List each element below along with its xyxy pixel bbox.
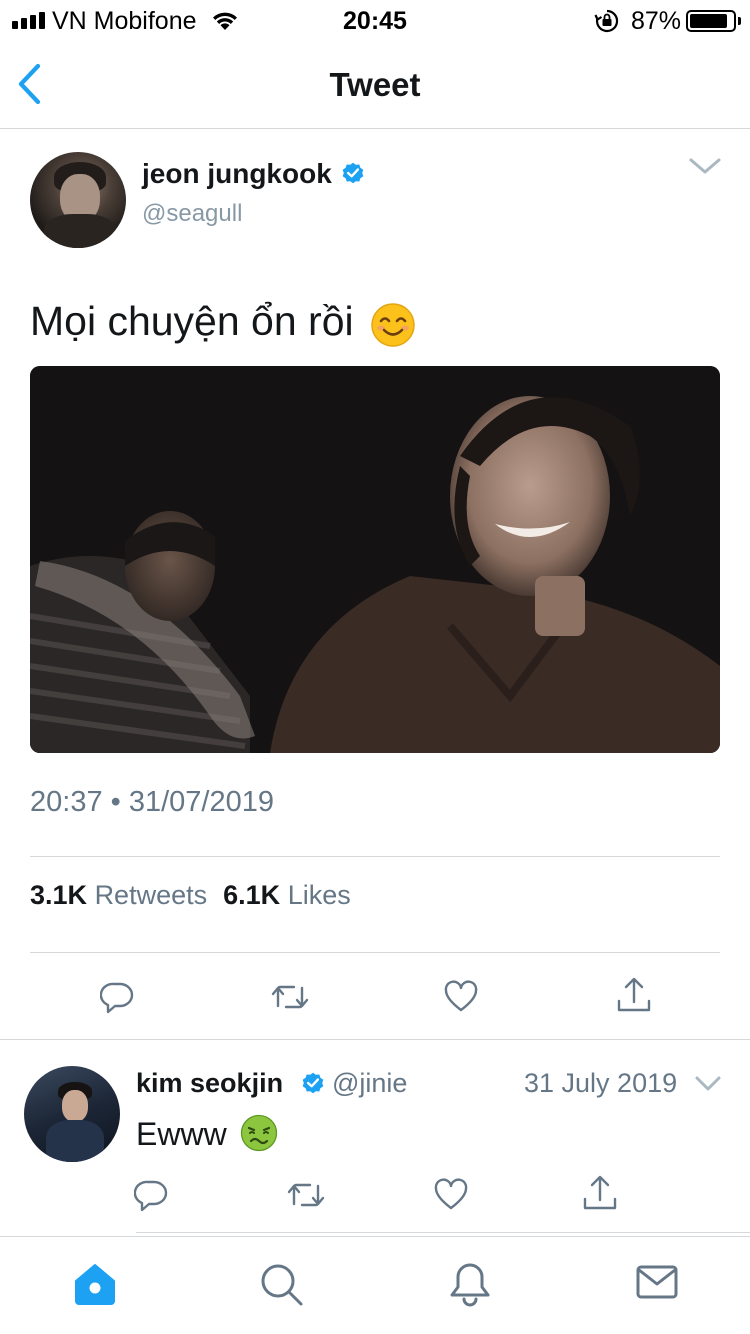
tweet-timestamp: 20:37 • 31/07/2019 — [30, 786, 274, 818]
tab-notifications[interactable] — [448, 1261, 492, 1307]
status-bar: VN Mobifone 20:45 87% — [0, 0, 750, 40]
tweet-author-name[interactable]: jeon jungkook — [142, 158, 332, 190]
reply-like-button[interactable] — [434, 1178, 468, 1212]
tweet-photo-image — [30, 366, 720, 753]
retweets-label: Retweets — [94, 880, 208, 910]
tab-home[interactable] — [72, 1261, 118, 1307]
tweet-author-handle[interactable]: @seagull — [142, 200, 242, 228]
share-icon — [617, 977, 651, 1012]
retweets-stat[interactable]: 3.1K Retweets — [30, 880, 207, 910]
page-title: Tweet — [329, 66, 421, 103]
reply-author-name[interactable]: kim seokjin — [136, 1068, 283, 1099]
reply-button[interactable] — [100, 980, 134, 1014]
divider — [30, 952, 720, 953]
divider — [30, 856, 720, 857]
likes-count: 6.1K — [223, 880, 281, 910]
share-button[interactable] — [616, 976, 652, 1014]
battery-percent: 87% — [631, 7, 682, 35]
avatar[interactable] — [30, 152, 126, 248]
tweet-photo[interactable] — [30, 366, 720, 753]
battery-level-fill — [690, 14, 727, 28]
likes-stat[interactable]: 6.1K Likes — [223, 880, 351, 910]
chevron-down-icon[interactable] — [688, 154, 722, 178]
divider — [136, 1232, 750, 1233]
like-icon — [444, 980, 478, 1012]
verified-badge-icon — [342, 162, 364, 184]
chevron-down-icon[interactable] — [694, 1074, 722, 1094]
tweet-stats: 3.1K Retweets 6.1K Likes — [30, 880, 351, 911]
retweets-count: 3.1K — [30, 880, 88, 910]
reply-icon — [100, 982, 134, 1014]
reply-text: Ewww — [136, 1116, 227, 1152]
verified-badge-icon — [302, 1072, 324, 1094]
retweet-icon — [287, 1183, 325, 1207]
notifications-icon — [450, 1263, 490, 1307]
tab-messages[interactable] — [636, 1261, 678, 1303]
tab-search[interactable] — [258, 1261, 304, 1307]
retweet-button[interactable] — [270, 980, 310, 1014]
like-icon — [434, 1178, 468, 1210]
reply-avatar[interactable] — [24, 1066, 120, 1162]
orientation-lock-icon — [594, 9, 619, 33]
home-icon — [75, 1264, 115, 1305]
share-icon — [583, 1175, 617, 1210]
retweet-icon — [271, 985, 309, 1009]
like-button[interactable] — [444, 980, 478, 1014]
search-icon — [261, 1264, 303, 1306]
tweet-text: Mọi chuyện ổn rồi — [30, 298, 354, 344]
navigation-bar: Tweet — [0, 40, 750, 129]
reply-retweet-button[interactable] — [286, 1178, 326, 1212]
reply-icon — [134, 1180, 168, 1212]
nauseated-face-emoji — [240, 1114, 278, 1152]
likes-label: Likes — [287, 880, 351, 910]
reply-date: 31 July 2019 — [524, 1068, 678, 1098]
tab-bar — [0, 1236, 750, 1334]
battery-icon — [686, 10, 736, 32]
reply-share-button[interactable] — [582, 1174, 618, 1212]
battery-cap — [738, 17, 741, 25]
reply-reply-button[interactable] — [134, 1178, 168, 1212]
smiling-face-emoji — [371, 303, 415, 347]
reply-author-handle[interactable]: @jinie — [332, 1068, 407, 1099]
section-divider — [0, 1039, 750, 1040]
messages-icon — [636, 1265, 678, 1299]
